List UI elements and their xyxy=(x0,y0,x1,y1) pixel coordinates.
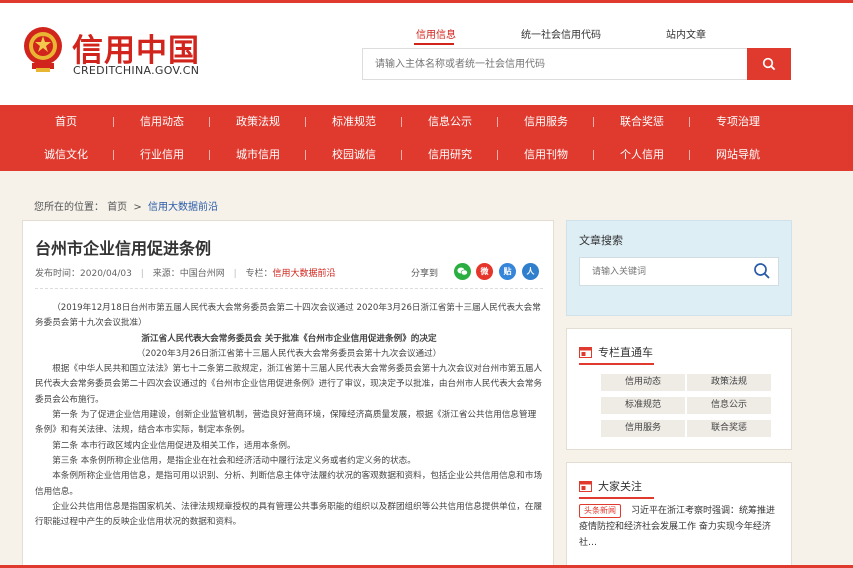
article-paragraph: （2019年12月18日台州市第五届人民代表大会常务委员会第二十四次会议通过 2… xyxy=(35,303,541,329)
channel-link-standards[interactable]: 标准规范 xyxy=(601,397,685,414)
article-paragraph: 本条例所称企业信用信息，是指可用以识别、分析、判断信息主体守法履约状况的客观数据… xyxy=(35,471,543,497)
panel-title-underline xyxy=(579,497,654,499)
national-emblem-icon[interactable] xyxy=(22,25,64,73)
headline-news-badge: 头条新闻 xyxy=(579,504,621,518)
article-search-input[interactable] xyxy=(580,258,778,285)
share-label: 分享到 xyxy=(411,269,439,279)
active-tab-indicator xyxy=(414,43,454,45)
channel-link-rewards-penalties[interactable]: 联合奖惩 xyxy=(687,420,771,437)
meta-divider xyxy=(35,288,543,289)
nav-item-home[interactable]: 首页 xyxy=(18,105,114,138)
search-tab-credit-info[interactable]: 信用信息 xyxy=(416,26,456,41)
attention-title: 大家关注 xyxy=(598,480,642,493)
article-paragraph: 第二条 本市行政区域内企业信用促进及相关工作，适用本条例。 xyxy=(52,440,296,451)
article-paragraph: 第三条 本条例所称企业信用，是指企业在社会和经济活动中履行法定义务或者约定义务的… xyxy=(52,455,416,466)
breadcrumb-prefix: 您所在的位置： xyxy=(34,202,104,213)
channel-link-info-disclosure[interactable]: 信息公示 xyxy=(687,397,771,414)
article-paragraph: （2020年3月26日浙江省第十三届人民代表大会常务委员会第十九次会议通过） xyxy=(136,348,442,359)
column-shortcuts-panel: 专栏直通车 信用动态 政策法规 标准规范 信息公示 信用服务 联合奖惩 xyxy=(566,328,792,450)
search-icon[interactable] xyxy=(753,262,771,280)
main-search-button[interactable] xyxy=(747,48,791,80)
article-paragraph: 浙江省人民代表大会常务委员会 关于批准《台州市企业信用促进条例》的决定 xyxy=(141,333,437,344)
source-label: 来源： xyxy=(152,269,180,279)
column-shortcuts-title: 专栏直通车 xyxy=(598,346,653,359)
site-domain-text: CREDITCHINA.GOV.CN xyxy=(73,64,200,77)
nav-item-credit-news[interactable]: 信用动态 xyxy=(114,105,210,138)
source-value: 中国台州网 xyxy=(179,269,225,279)
main-navigation: 首页 信用动态 政策法规 标准规范 信息公示 信用服务 联合奖惩 专项治理 诚信… xyxy=(0,105,853,171)
nav-item-credit-publications[interactable]: 信用刊物 xyxy=(498,138,594,171)
nav-item-industry-credit[interactable]: 行业信用 xyxy=(114,138,210,171)
article-search-box xyxy=(579,257,779,286)
weibo-icon[interactable]: 微 xyxy=(476,263,493,280)
channel-link-credit-services[interactable]: 信用服务 xyxy=(601,420,685,437)
breadcrumb-home-link[interactable]: 首页 xyxy=(107,202,127,213)
nav-item-special-governance[interactable]: 专项治理 xyxy=(690,105,786,138)
wechat-icon[interactable] xyxy=(454,263,471,280)
panel-title-underline xyxy=(579,363,654,365)
attention-panel: 大家关注 习近平在浙江考察时强调：统筹推进疫情防控和经济社会发展工作 奋力实现今… xyxy=(566,462,792,568)
article-meta: 发布时间：2020/04/03 | 来源：中国台州网 | 专栏：信用大数据前沿 xyxy=(35,269,336,279)
nav-item-standards[interactable]: 标准规范 xyxy=(306,105,402,138)
nav-item-integrity-culture[interactable]: 诚信文化 xyxy=(18,138,114,171)
column-label: 专栏： xyxy=(245,269,273,279)
nav-item-credit-research[interactable]: 信用研究 xyxy=(402,138,498,171)
tieba-icon[interactable]: 贴 xyxy=(499,263,516,280)
article-paragraph: 第一条 为了促进企业信用建设，创新企业监管机制，营造良好营商环境，保障经济高质量… xyxy=(35,410,537,436)
panel-window-icon xyxy=(579,346,592,358)
nav-row-primary: 首页 信用动态 政策法规 标准规范 信息公示 信用服务 联合奖惩 专项治理 xyxy=(18,105,818,138)
nav-item-rewards-penalties[interactable]: 联合奖惩 xyxy=(594,105,690,138)
channel-link-credit-news[interactable]: 信用动态 xyxy=(601,374,685,391)
article-body: （2019年12月18日台州市第五届人民代表大会常务委员会第二十四次会议通过 2… xyxy=(35,301,543,530)
nav-item-city-credit[interactable]: 城市信用 xyxy=(210,138,306,171)
article-title: 台州市企业信用促进条例 xyxy=(35,239,212,258)
nav-item-info-disclosure[interactable]: 信息公示 xyxy=(402,105,498,138)
search-tab-site-articles[interactable]: 站内文章 xyxy=(666,26,706,41)
publish-date: 2020/04/03 xyxy=(80,269,132,279)
article-paragraph: 企业公共信用信息是指国家机关、法律法规规章授权的具有管理公共事务职能的组织以及群… xyxy=(35,501,543,528)
nav-item-policies[interactable]: 政策法规 xyxy=(210,105,306,138)
main-search-box xyxy=(362,48,748,80)
search-icon xyxy=(762,57,776,71)
search-tab-social-credit-code[interactable]: 统一社会信用代码 xyxy=(521,26,601,41)
article-panel: 台州市企业信用促进条例 发布时间：2020/04/03 | 来源：中国台州网 |… xyxy=(22,220,554,568)
nav-row-secondary: 诚信文化 行业信用 城市信用 校园诚信 信用研究 信用刊物 个人信用 网站导航 xyxy=(18,138,818,171)
main-search-input[interactable] xyxy=(363,49,747,79)
nav-item-campus-integrity[interactable]: 校园诚信 xyxy=(306,138,402,171)
breadcrumb-separator: > xyxy=(133,202,142,213)
nav-item-credit-services[interactable]: 信用服务 xyxy=(498,105,594,138)
publish-label: 发布时间： xyxy=(35,269,81,279)
attention-header: 大家关注 xyxy=(579,478,642,494)
article-search-panel: 文章搜索 xyxy=(566,220,792,316)
panel-window-icon xyxy=(579,480,592,492)
article-paragraph: 根据《中华人民共和国立法法》第七十二条第二款规定，浙江省第十三届人民代表大会常务… xyxy=(35,364,543,405)
nav-item-site-map[interactable]: 网站导航 xyxy=(690,138,786,171)
article-search-title: 文章搜索 xyxy=(579,234,623,247)
site-header: 信用中国 CREDITCHINA.GOV.CN 信用信息 统一社会信用代码 站内… xyxy=(0,3,853,105)
breadcrumb-current-link[interactable]: 信用大数据前沿 xyxy=(148,202,218,213)
renren-icon[interactable]: 人 xyxy=(522,263,539,280)
nav-item-personal-credit[interactable]: 个人信用 xyxy=(594,138,690,171)
column-shortcuts-header: 专栏直通车 xyxy=(579,344,653,360)
channel-link-policies[interactable]: 政策法规 xyxy=(687,374,771,391)
breadcrumb: 您所在的位置： 首页 > 信用大数据前沿 xyxy=(34,198,218,213)
column-link[interactable]: 信用大数据前沿 xyxy=(273,269,336,279)
